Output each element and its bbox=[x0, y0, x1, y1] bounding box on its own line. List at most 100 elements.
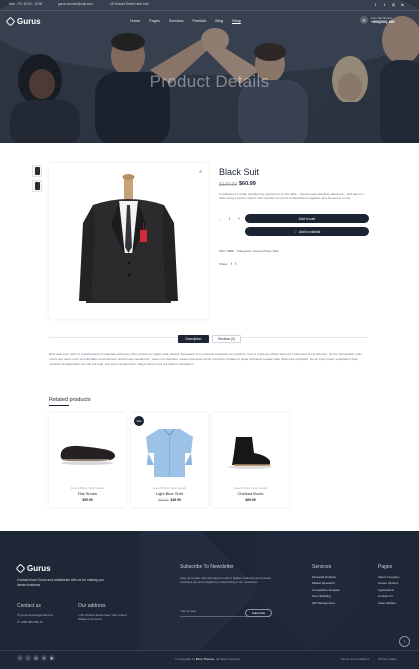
top-bar: Mon - Fri: 10:00 - 10:00 gurus.servise@m… bbox=[0, 0, 419, 11]
privacy-link[interactable]: Privacy policy bbox=[378, 657, 396, 661]
product-title: Black Suit bbox=[219, 167, 260, 177]
tab-reviews-label: Reviews (0) bbox=[218, 337, 235, 341]
twitter-icon[interactable]: t bbox=[25, 655, 31, 661]
copyright: © Copyright by Bicro Themes. All rights … bbox=[175, 657, 240, 661]
linkedin-icon[interactable]: in bbox=[41, 655, 47, 661]
topbar-social: f t ◎ in bbox=[373, 2, 405, 7]
twitter-icon[interactable]: t bbox=[235, 262, 236, 266]
card-category: Area & Polos, Sport Levels bbox=[70, 486, 105, 490]
footer-services-title: Services bbox=[312, 564, 332, 570]
copyright-brand[interactable]: Bicro Themes bbox=[196, 657, 214, 661]
phone-icon: ✆ bbox=[360, 16, 368, 24]
footer-contact-phone[interactable]: ✆ +098 056 486 11 bbox=[17, 620, 43, 624]
qty-plus-button[interactable]: + bbox=[238, 217, 240, 221]
instagram-icon[interactable]: ◎ bbox=[391, 2, 396, 7]
footer-link-page[interactable]: Case Studies bbox=[378, 600, 400, 606]
footer-pages-title: Pages bbox=[378, 564, 393, 570]
card-price: $69.99 bbox=[212, 498, 289, 502]
card-name[interactable]: Light Blue Shirt bbox=[131, 491, 208, 496]
nav-item-portfolio[interactable]: Portfolio bbox=[192, 19, 206, 23]
add-to-cart-button[interactable]: Add to cart bbox=[245, 214, 369, 223]
card-price-value: $59.99 bbox=[82, 498, 93, 502]
footer-bottom-divider bbox=[0, 650, 419, 651]
flat-shoes-image bbox=[60, 445, 115, 465]
nav-item-home[interactable]: Home bbox=[130, 19, 140, 23]
product-short-description: A collection of textile samples lay spre… bbox=[219, 192, 364, 201]
nav-item-blog[interactable]: Blog bbox=[215, 19, 223, 23]
footer-link-page[interactable]: Career Options bbox=[378, 580, 400, 586]
nav-menu: Home Pages Services Portfolio Blog Shop bbox=[130, 19, 241, 23]
facebook-icon[interactable]: f bbox=[17, 655, 23, 661]
card-category: Area & Polos, Sport Levels bbox=[152, 486, 187, 490]
linkedin-icon[interactable]: in bbox=[400, 2, 405, 7]
add-to-wishlist-button[interactable]: ♡ Add to wishlist bbox=[245, 227, 369, 236]
footer-link-service[interactable]: HR Management bbox=[312, 600, 340, 606]
add-to-cart-label: Add to cart bbox=[298, 216, 316, 221]
product-main-image[interactable]: ⌕ bbox=[49, 163, 208, 319]
contact-email-text: gurus.servise@mail.com bbox=[20, 613, 54, 617]
nav-phone[interactable]: ✆ Free Tell Number +000(000) 456 bbox=[360, 16, 394, 24]
page-hero: Mon - Fri: 10:00 - 10:00 gurus.servise@m… bbox=[0, 0, 419, 143]
card-category: Area & Polos, Sport Levels bbox=[233, 486, 268, 490]
quantity-stepper: - 1 + bbox=[219, 214, 241, 223]
product-card-chelsea-boots[interactable]: Area & Polos, Sport Levels Chelsea Boots… bbox=[212, 413, 289, 507]
phone-number: +000(000) 456 bbox=[371, 20, 395, 24]
tab-description[interactable]: Description bbox=[178, 335, 209, 343]
product-card-light-blue-shirt[interactable]: Sale Area & Polos, Sport Levels Light Bl… bbox=[131, 413, 208, 507]
sku-label: SKU: bbox=[219, 249, 227, 253]
card-name[interactable]: Flat Shoes bbox=[49, 491, 126, 496]
related-products-title: Related products bbox=[49, 397, 91, 403]
logo-text: Gurus bbox=[17, 17, 41, 26]
facebook-icon[interactable]: f bbox=[373, 2, 378, 7]
address-text: 26 Victoria Street New York United State… bbox=[78, 613, 127, 622]
twitter-icon[interactable]: t bbox=[382, 2, 387, 7]
scroll-to-top-button[interactable]: ↑ bbox=[399, 636, 410, 647]
topbar-email[interactable]: gurus.servise@mail.com bbox=[58, 2, 93, 6]
nav-item-services[interactable]: Services bbox=[169, 19, 184, 23]
topbar-address: 25 Victoria Street New York bbox=[110, 2, 149, 6]
facebook-icon[interactable]: f bbox=[231, 262, 232, 266]
product-long-description: Duis aute irure dolor in reprehenderit i… bbox=[49, 352, 362, 366]
share-row: Share: f t bbox=[219, 262, 236, 266]
boots-image bbox=[228, 437, 272, 469]
related-title-underline bbox=[49, 405, 69, 406]
tab-reviews[interactable]: Reviews (0) bbox=[212, 335, 241, 343]
site-logo[interactable]: Gurus bbox=[5, 16, 41, 27]
sku-value: 0908 bbox=[227, 249, 234, 253]
footer-logo[interactable]: Gurus bbox=[15, 563, 51, 574]
terms-link[interactable]: Terms and conditions bbox=[341, 657, 369, 661]
instagram-icon[interactable]: ◎ bbox=[33, 655, 39, 661]
nav-item-pages[interactable]: Pages bbox=[149, 19, 160, 23]
subscribe-label: Subscribe bbox=[251, 611, 266, 615]
footer-social: f t ◎ in ▶ bbox=[17, 655, 55, 661]
categories-value[interactable]: Area & Polos, Man bbox=[253, 249, 279, 253]
contact-phone-text: +098 056 486 11 bbox=[20, 620, 43, 624]
qty-minus-button[interactable]: - bbox=[220, 217, 221, 221]
heart-icon: ♡ bbox=[293, 229, 297, 234]
qty-value[interactable]: 1 bbox=[229, 217, 231, 221]
card-old-price: $56.00 bbox=[158, 498, 169, 502]
site-footer bbox=[0, 531, 419, 669]
card-name[interactable]: Chelsea Boots bbox=[212, 491, 289, 496]
youtube-icon[interactable]: ▶ bbox=[49, 655, 55, 661]
logo-icon bbox=[5, 16, 16, 27]
footer-contact-title: Contact us bbox=[17, 603, 41, 609]
footer-contact-email[interactable]: ✉ gurus.servise@mail.com bbox=[17, 613, 53, 617]
card-price-value: $49.99 bbox=[170, 498, 181, 502]
tab-description-label: Description bbox=[185, 337, 202, 341]
subscribe-button[interactable]: Subscribe bbox=[245, 609, 272, 617]
zoom-icon[interactable]: ⌕ bbox=[199, 169, 202, 175]
thumbnail-2[interactable] bbox=[32, 180, 42, 192]
product-card-flat-shoes[interactable]: Area & Polos, Sport Levels Flat Shoes $5… bbox=[49, 413, 126, 507]
categories-label: Categories: bbox=[236, 249, 253, 253]
newsletter-text: Stay up-to-date with the latest trends i… bbox=[180, 576, 272, 585]
copyright-prefix: © Copyright by bbox=[175, 657, 195, 661]
logo-icon bbox=[15, 563, 26, 574]
copyright-suffix: . All rights reserved bbox=[214, 657, 240, 661]
footer-services-list: Financial Analysis Market Research Compe… bbox=[312, 574, 340, 606]
nav-item-shop[interactable]: Shop bbox=[232, 19, 241, 23]
thumbnail-1[interactable] bbox=[32, 165, 42, 177]
share-label: Share: bbox=[219, 262, 229, 266]
shirt-image bbox=[146, 428, 193, 477]
add-to-wishlist-label: Add to wishlist bbox=[298, 229, 321, 234]
